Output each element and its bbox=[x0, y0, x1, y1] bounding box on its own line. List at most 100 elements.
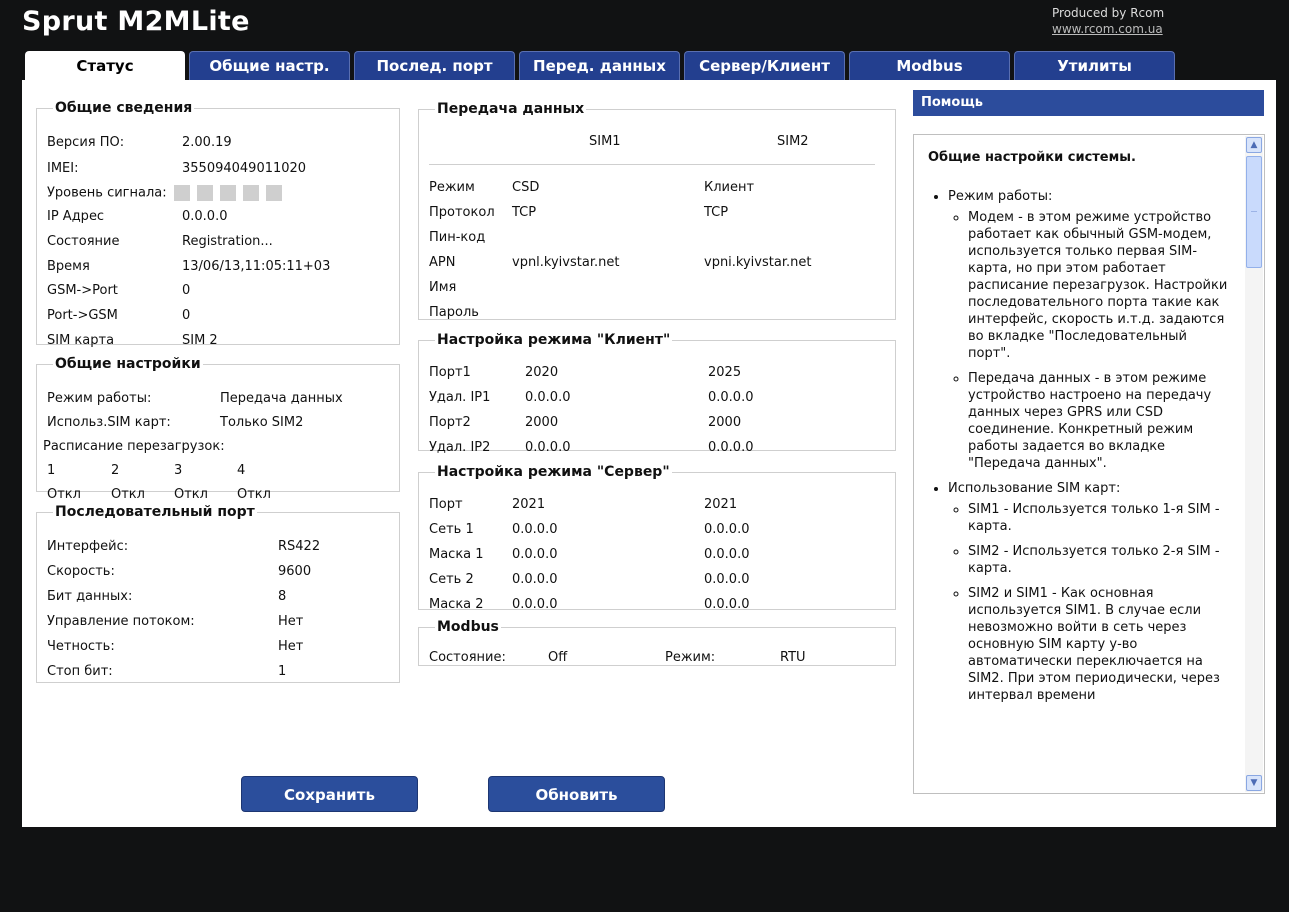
help-item: Использование SIM карт: SIM1 - Используе… bbox=[948, 480, 1228, 704]
help-panel[interactable]: Общие настройки системы. Режим работы: М… bbox=[913, 134, 1265, 794]
help-subitem: SIM2 и SIM1 - Как основная используется … bbox=[968, 585, 1228, 704]
save-button[interactable]: Сохранить bbox=[241, 776, 418, 812]
content-panel: Общие сведения Версия ПО: 2.00.19 IMEI: … bbox=[22, 80, 1276, 827]
schedule-state: Откл bbox=[174, 487, 208, 502]
state-value: Registration... bbox=[182, 234, 273, 249]
server-sim2-value: 2021 bbox=[704, 497, 738, 512]
serial-port-legend: Последовательный порт bbox=[55, 504, 255, 520]
signal-bar bbox=[196, 185, 213, 201]
dt-label: Пароль bbox=[429, 305, 479, 320]
server-label: Маска 2 bbox=[429, 597, 484, 612]
dt-label: Пин-код bbox=[429, 230, 486, 245]
client-sim2-value: 0.0.0.0 bbox=[708, 390, 754, 405]
schedule-state: Откл bbox=[237, 487, 271, 502]
sim1-header: SIM1 bbox=[589, 134, 621, 149]
stop-bits-value: 1 bbox=[278, 664, 287, 679]
modbus-section: Modbus Состояние: Off Режим: RTU bbox=[418, 620, 896, 666]
info-label: IMEI: bbox=[47, 161, 79, 176]
server-sim1-value: 0.0.0.0 bbox=[512, 547, 558, 562]
general-info-legend: Общие сведения bbox=[55, 100, 193, 116]
help-subitem: SIM1 - Используется только 1-я SIM - кар… bbox=[968, 501, 1228, 535]
server-label: Порт bbox=[429, 497, 463, 512]
reboot-schedule-label: Расписание перезагрузок: bbox=[43, 439, 225, 454]
rcom-link[interactable]: www.rcom.com.ua bbox=[1052, 21, 1164, 37]
data-transfer-section: Передача данных SIM1 SIM2 Режим CSD Клие… bbox=[418, 102, 896, 320]
help-sublist: Модем - в этом режиме устройство работае… bbox=[948, 209, 1228, 472]
server-sim1-value: 0.0.0.0 bbox=[512, 572, 558, 587]
client-label: Удал. IP1 bbox=[429, 390, 491, 405]
help-item-text: Использование SIM карт: bbox=[948, 481, 1121, 496]
tab-status[interactable]: Статус bbox=[25, 51, 185, 81]
schedule-number: 3 bbox=[174, 463, 183, 478]
dt-label: Протокол bbox=[429, 205, 495, 220]
client-label: Порт2 bbox=[429, 415, 471, 430]
client-sim1-value: 2000 bbox=[525, 415, 559, 430]
signal-row: Уровень сигнала: bbox=[47, 185, 282, 202]
general-settings-section: Общие настройки Режим работы: Передача д… bbox=[36, 356, 400, 502]
parity-value: Нет bbox=[278, 639, 304, 654]
refresh-button[interactable]: Обновить bbox=[488, 776, 665, 812]
tab-modbus[interactable]: Modbus bbox=[849, 51, 1010, 80]
general-info-section: Общие сведения Версия ПО: 2.00.19 IMEI: … bbox=[36, 100, 400, 348]
info-label: IP Адрес bbox=[47, 209, 105, 224]
serial-label: Интерфейс: bbox=[47, 539, 129, 554]
serial-port-section: Последовательный порт Интерфейс: RS422 С… bbox=[36, 505, 400, 683]
client-label: Удал. IP2 bbox=[429, 440, 491, 455]
client-sim2-value: 0.0.0.0 bbox=[708, 440, 754, 455]
server-label: Сеть 1 bbox=[429, 522, 474, 537]
serial-label: Бит данных: bbox=[47, 589, 133, 604]
client-sim1-value: 0.0.0.0 bbox=[525, 440, 571, 455]
server-sim2-value: 0.0.0.0 bbox=[704, 547, 750, 562]
dt-sim2-value: TCP bbox=[704, 205, 729, 220]
info-label: Время bbox=[47, 259, 90, 274]
modbus-mode-label: Режим: bbox=[665, 650, 716, 665]
mode-label: Режим работы: bbox=[47, 391, 152, 406]
info-label: GSM->Port bbox=[47, 283, 118, 298]
server-sim2-value: 0.0.0.0 bbox=[704, 597, 750, 612]
help-subitem: Модем - в этом режиме устройство работае… bbox=[968, 209, 1228, 362]
help-item: Режим работы: Модем - в этом режиме устр… bbox=[948, 188, 1228, 472]
server-label: Сеть 2 bbox=[429, 572, 474, 587]
producer-info: Produced by Rcom www.rcom.com.ua bbox=[1052, 5, 1164, 37]
tab-general-settings[interactable]: Общие настр. bbox=[189, 51, 350, 80]
dt-sim2-value: vpni.kyivstar.net bbox=[704, 255, 812, 270]
data-transfer-legend: Передача данных bbox=[437, 101, 585, 117]
scroll-thumb[interactable] bbox=[1246, 156, 1262, 268]
client-sim1-value: 2020 bbox=[525, 365, 559, 380]
schedule-number: 1 bbox=[47, 463, 56, 478]
help-title: Общие настройки системы. bbox=[928, 150, 1136, 165]
server-sim1-value: 2021 bbox=[512, 497, 546, 512]
produced-by-text: Produced by Rcom bbox=[1052, 6, 1165, 20]
signal-bar bbox=[219, 185, 236, 201]
sim-usage-value: Только SIM2 bbox=[220, 415, 304, 430]
modbus-state-label: Состояние: bbox=[429, 650, 506, 665]
flow-control-value: Нет bbox=[278, 614, 304, 629]
server-sim1-value: 0.0.0.0 bbox=[512, 597, 558, 612]
ip-address-value: 0.0.0.0 bbox=[182, 209, 228, 224]
gsm-port-value: 0 bbox=[182, 283, 191, 298]
schedule-state: Откл bbox=[111, 487, 145, 502]
help-scrollbar[interactable]: ▲ ▼ bbox=[1245, 136, 1263, 792]
sim2-header: SIM2 bbox=[777, 134, 809, 149]
general-settings-legend: Общие настройки bbox=[55, 356, 201, 372]
signal-bar bbox=[265, 185, 282, 201]
scroll-up-icon[interactable]: ▲ bbox=[1246, 137, 1262, 153]
tab-utilities[interactable]: Утилиты bbox=[1014, 51, 1175, 80]
scroll-down-icon[interactable]: ▼ bbox=[1246, 775, 1262, 791]
sim-usage-label: Использ.SIM карт: bbox=[47, 415, 171, 430]
server-sim2-value: 0.0.0.0 bbox=[704, 572, 750, 587]
help-subitem: SIM2 - Используется только 2-я SIM - кар… bbox=[968, 543, 1228, 577]
app-title: Sprut M2MLite bbox=[22, 6, 250, 37]
baud-value: 9600 bbox=[278, 564, 312, 579]
schedule-state: Откл bbox=[47, 487, 81, 502]
modbus-mode-value: RTU bbox=[780, 650, 806, 665]
signal-label: Уровень сигнала: bbox=[47, 185, 167, 201]
tab-data-transfer[interactable]: Перед. данных bbox=[519, 51, 680, 80]
server-mode-section: Настройка режима "Сервер" Порт 2021 2021… bbox=[418, 465, 896, 612]
mode-value: Передача данных bbox=[220, 391, 343, 406]
serial-label: Четность: bbox=[47, 639, 115, 654]
help-header: Помощь bbox=[913, 90, 1264, 116]
dt-label: Имя bbox=[429, 280, 457, 295]
tab-server-client[interactable]: Сервер/Клиент bbox=[684, 51, 845, 80]
tab-serial-port[interactable]: Послед. порт bbox=[354, 51, 515, 80]
